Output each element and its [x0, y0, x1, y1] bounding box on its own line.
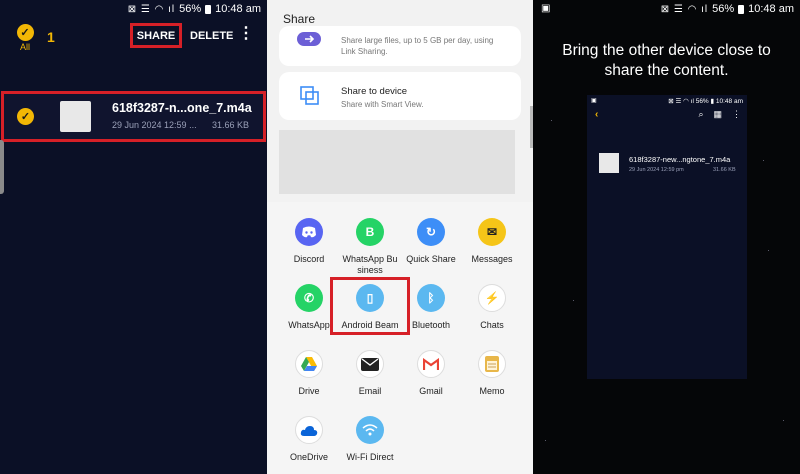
file-thumbnail — [599, 153, 619, 173]
bluetooth-icon: ᛒ — [417, 284, 445, 312]
mini-file-date: 29 Jun 2024 12:59 pm — [629, 167, 684, 173]
app-label: Quick Share — [406, 254, 456, 264]
app-whatsapp-business[interactable]: B WhatsApp Bu siness — [339, 218, 401, 276]
selected-count: 1 — [47, 29, 55, 45]
app-quick-share[interactable]: ↻ Quick Share — [400, 218, 462, 265]
file-manager-panel: ⊠ ☰ ◠ ıl 56% 10:48 am ✓ All 1 SHARE DELE… — [0, 0, 267, 474]
link-sharing-text-2: Link Sharing. — [341, 47, 388, 56]
app-label: WhatsApp Bu siness — [342, 254, 398, 275]
link-sharing-text-1: Share large files, up to 5 GB per day, u… — [341, 36, 494, 45]
beam-panel: ▣ ⊠ ☰ ◠ ıl 56% 10:48 am Bring the other … — [533, 0, 800, 474]
select-all-label: All — [19, 42, 30, 52]
file-thumbnail — [60, 101, 91, 132]
battery-level: 56% — [712, 3, 735, 15]
app-drive[interactable]: Drive — [278, 350, 340, 397]
battery-level: 56% — [179, 3, 202, 15]
file-checkbox-icon[interactable]: ✓ — [17, 108, 34, 125]
mini-toolbar: ⌕ ▦ ⋮ — [698, 109, 741, 120]
app-memo[interactable]: Memo — [461, 350, 523, 397]
app-gmail[interactable]: Gmail — [400, 350, 462, 397]
status-bar: ⊠ ☰ ◠ ıl 56% 10:48 am — [0, 0, 267, 18]
discord-icon — [295, 218, 323, 246]
mini-file-size: 31.66 KB — [713, 167, 736, 173]
app-label: Email — [358, 386, 382, 396]
whatsapp-icon: ✆ — [295, 284, 323, 312]
delete-button[interactable]: DELETE — [190, 30, 233, 42]
whatsapp-business-icon: B — [356, 218, 384, 246]
share-to-device-title: Share to device — [341, 86, 408, 97]
app-messages[interactable]: ✉ Messages — [461, 218, 523, 265]
gallery-notification-icon: ▣ — [591, 98, 597, 104]
status-time: 10:48 am — [748, 3, 794, 15]
background-star — [783, 420, 784, 421]
messages-icon: ✉ — [478, 218, 506, 246]
direct-share-placeholder — [279, 130, 515, 194]
app-label: Memo — [479, 386, 505, 396]
file-name: 618f3287-n...one_7.m4a — [112, 101, 252, 115]
app-label: Gmail — [419, 386, 443, 396]
app-onedrive[interactable]: OneDrive — [278, 416, 340, 463]
gallery-notification-icon: ▣ — [541, 3, 551, 14]
mini-file-name: 618f3287-new...ngtone_7.m4a — [629, 155, 731, 164]
back-arrow-icon: ‹ — [595, 109, 599, 120]
wifi-direct-icon — [356, 416, 384, 444]
app-email[interactable]: Email — [339, 350, 401, 397]
battery-icon — [205, 4, 212, 14]
more-options-icon: ⋮ — [732, 109, 741, 119]
beam-instruction: Bring the other device close to share th… — [562, 42, 771, 79]
app-label: Chats — [480, 320, 504, 330]
share-sheet-panel: Share Share large files, up to 5 GB per … — [267, 0, 533, 474]
app-wifi-direct[interactable]: Wi-Fi Direct — [339, 416, 401, 463]
status-icons: ⊠ ☰ ◠ ıl — [660, 3, 709, 15]
android-beam-highlight — [330, 277, 410, 335]
share-to-device-subtitle: Share with Smart View. — [341, 100, 424, 109]
email-icon — [356, 350, 384, 378]
app-chats[interactable]: ⚡ Chats — [461, 284, 523, 331]
background-star — [763, 160, 764, 161]
share-sheet-title: Share — [283, 12, 316, 26]
drive-icon — [295, 350, 323, 378]
quick-share-icon: ↻ — [417, 218, 445, 246]
search-icon: ⌕ — [698, 109, 704, 119]
share-to-device-icon — [295, 84, 323, 108]
status-icons: ⊠ ☰ ◠ ıl — [127, 3, 176, 15]
gmail-icon — [417, 350, 445, 378]
app-label: Drive — [298, 386, 320, 396]
check-icon: ✓ — [16, 24, 34, 41]
status-time: 10:48 am — [215, 3, 261, 15]
select-all-toggle[interactable]: ✓ All — [14, 24, 36, 52]
link-sharing-card[interactable]: Share large files, up to 5 GB per day, u… — [279, 26, 521, 66]
file-date: 29 Jun 2024 12:59 ... — [112, 120, 197, 130]
edge-panel-handle[interactable] — [0, 140, 4, 194]
onedrive-icon — [295, 416, 323, 444]
more-options-icon[interactable]: ⋮ — [238, 26, 254, 42]
app-label: Wi-Fi Direct — [346, 452, 394, 462]
status-bar: ▣ ⊠ ☰ ◠ ıl 56% 10:48 am — [533, 0, 800, 18]
messenger-icon: ⚡ — [478, 284, 506, 312]
mini-status-bar: ⊠ ☰ ◠ ıl 56% ▮ 10:48 am — [668, 98, 743, 105]
share-button[interactable]: SHARE — [130, 23, 182, 48]
memo-icon — [478, 350, 506, 378]
battery-icon — [738, 4, 745, 14]
background-star — [551, 120, 552, 121]
app-label: Discord — [293, 254, 325, 264]
file-size: 31.66 KB — [212, 120, 250, 130]
app-label: Messages — [471, 254, 513, 264]
share-to-device-card[interactable]: Share to device Share with Smart View. — [279, 72, 521, 120]
app-discord[interactable]: Discord — [278, 218, 340, 265]
background-star — [545, 440, 546, 441]
app-label: OneDrive — [289, 452, 328, 462]
file-row[interactable]: ✓ 618f3287-n...one_7.m4a 29 Jun 2024 12:… — [1, 91, 266, 142]
beam-preview-screen[interactable]: ▣ ⊠ ☰ ◠ ıl 56% ▮ 10:48 am ‹ ⌕ ▦ ⋮ 618f32… — [587, 95, 747, 379]
link-sharing-icon — [295, 30, 323, 54]
background-star — [768, 250, 769, 251]
grid-view-icon: ▦ — [713, 109, 722, 119]
background-star — [573, 300, 574, 301]
